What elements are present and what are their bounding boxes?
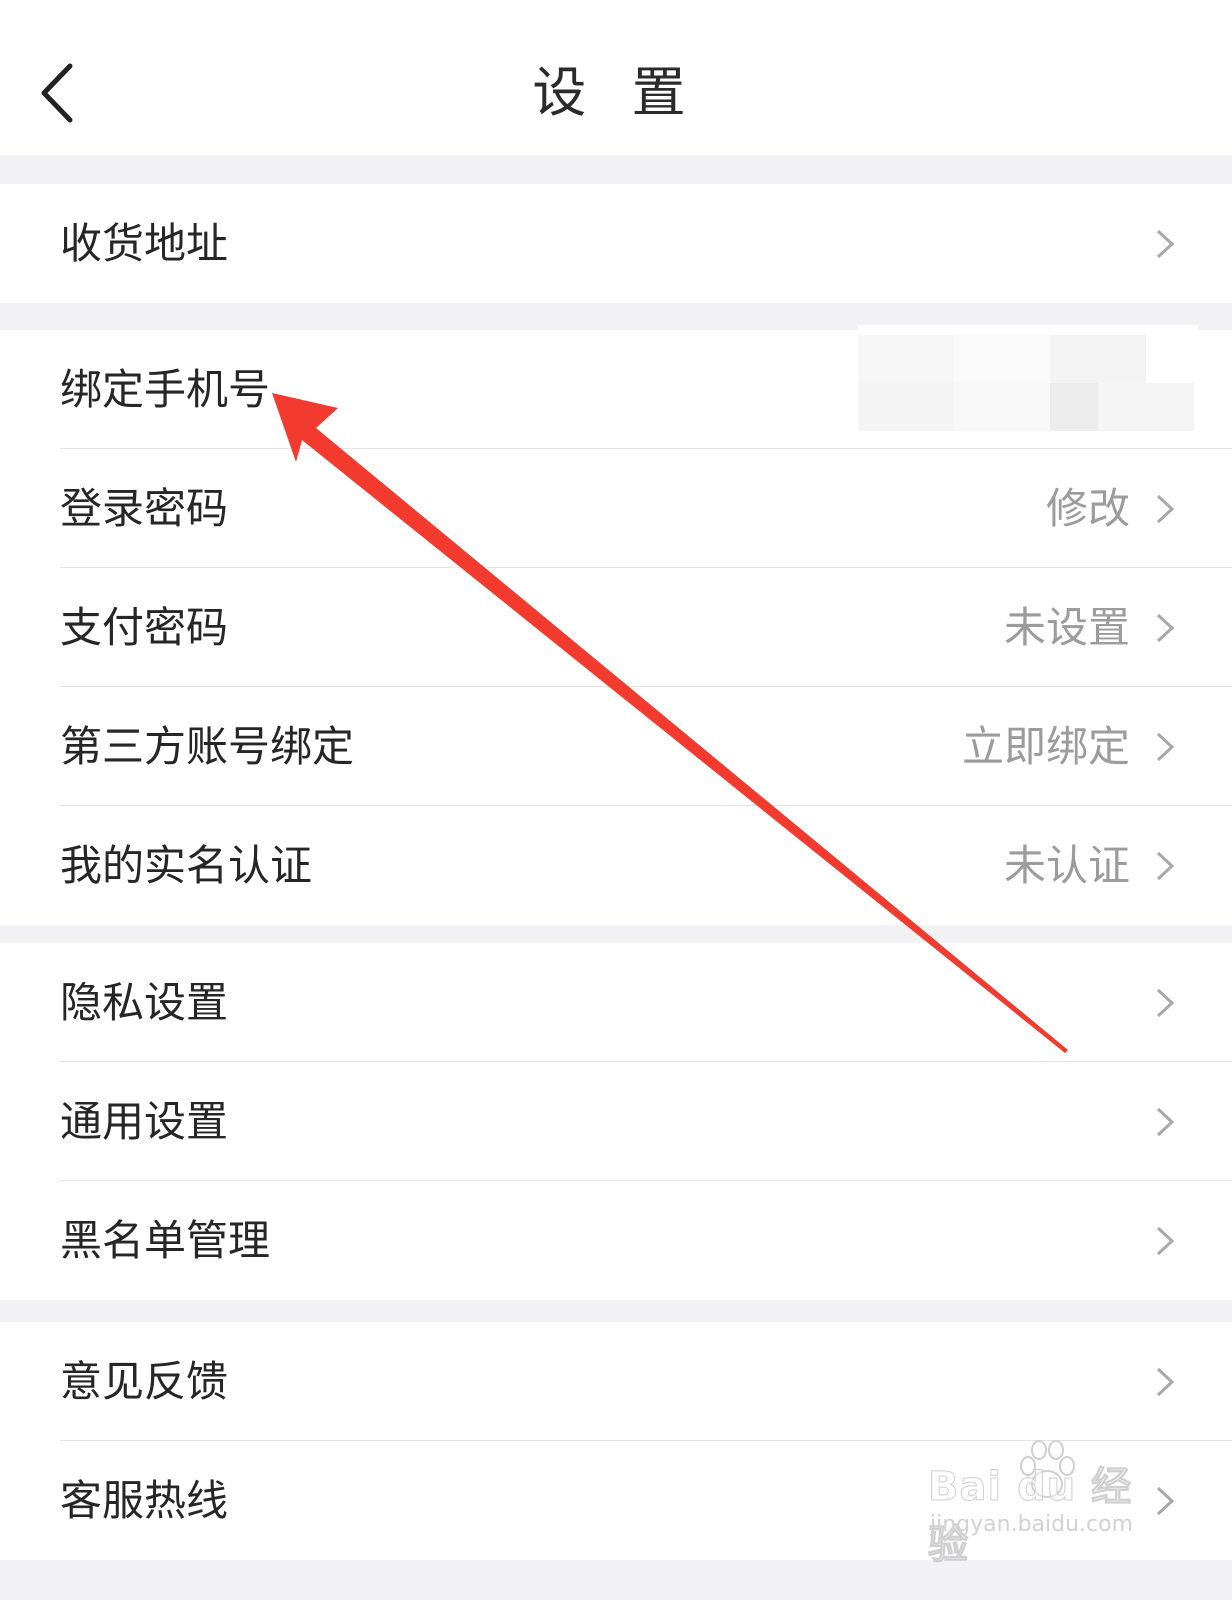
item-label: 登录密码 <box>60 484 229 533</box>
nav-bar: 设 置 <box>0 0 1232 155</box>
item-value: 未认证 <box>1003 841 1130 890</box>
page-title: 设 置 <box>532 61 700 124</box>
chevron-right-icon <box>1156 494 1175 524</box>
settings-item-customer-hotline[interactable]: 客服热线 <box>0 1441 1232 1560</box>
chevron-right-icon <box>1156 1107 1175 1137</box>
settings-item-privacy[interactable]: 隐私设置 <box>0 943 1232 1062</box>
settings-item-shipping-address[interactable]: 收货地址 <box>0 184 1232 303</box>
redacted-phone-number <box>858 325 1198 435</box>
settings-item-payment-password[interactable]: 支付密码 未设置 <box>0 568 1232 687</box>
item-label: 隐私设置 <box>60 978 229 1027</box>
item-label: 第三方账号绑定 <box>60 722 355 771</box>
settings-item-general[interactable]: 通用设置 <box>0 1062 1232 1181</box>
item-label: 黑名单管理 <box>60 1216 271 1265</box>
settings-group-general: 隐私设置 通用设置 黑名单管理 <box>0 943 1232 1300</box>
item-value: 未设置 <box>1003 603 1130 652</box>
item-label: 收货地址 <box>60 219 229 268</box>
item-label: 客服热线 <box>60 1476 229 1525</box>
settings-group-address: 收货地址 <box>0 184 1232 303</box>
item-label: 意见反馈 <box>60 1357 229 1406</box>
chevron-right-icon <box>1156 613 1175 643</box>
settings-item-blacklist[interactable]: 黑名单管理 <box>0 1181 1232 1300</box>
chevron-right-icon <box>1156 851 1175 881</box>
settings-item-feedback[interactable]: 意见反馈 <box>0 1322 1232 1441</box>
item-value: 立即绑定 <box>961 722 1130 771</box>
item-value: 修改 <box>1045 484 1130 533</box>
settings-item-login-password[interactable]: 登录密码 修改 <box>0 449 1232 568</box>
chevron-right-icon <box>1156 1486 1175 1516</box>
item-label: 支付密码 <box>60 603 229 652</box>
chevron-right-icon <box>1156 1367 1175 1397</box>
chevron-right-icon <box>1156 732 1175 762</box>
chevron-right-icon <box>1156 229 1175 259</box>
item-label: 通用设置 <box>60 1097 229 1146</box>
item-label: 我的实名认证 <box>60 841 313 890</box>
settings-item-real-name-verification[interactable]: 我的实名认证 未认证 <box>0 806 1232 925</box>
chevron-right-icon <box>1156 1226 1175 1256</box>
item-label: 绑定手机号 <box>60 365 271 414</box>
settings-group-support: 意见反馈 客服热线 <box>0 1322 1232 1560</box>
chevron-right-icon <box>1156 988 1175 1018</box>
settings-item-third-party-binding[interactable]: 第三方账号绑定 立即绑定 <box>0 687 1232 806</box>
